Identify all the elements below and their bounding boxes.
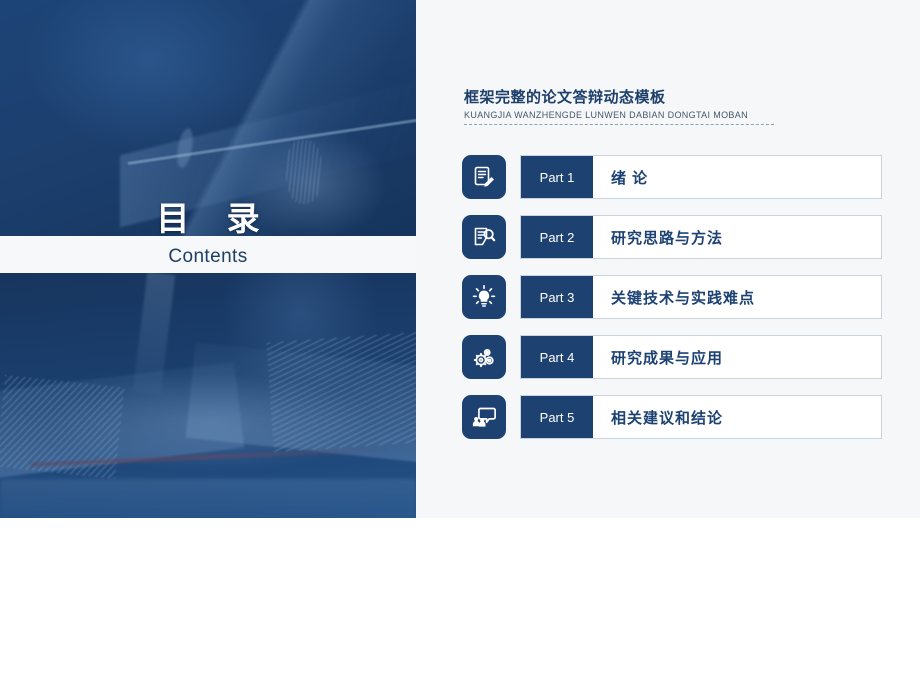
people-speech-icon [462, 395, 506, 439]
toc-label-part-5: 相关建议和结论 [611, 409, 724, 427]
heading-title-en: KUANGJIA WANZHENGDE LUNWEN DABIAN DONGTA… [464, 110, 748, 120]
toc-bar-part-2[interactable]: Part 2 研究思路与方法 [520, 215, 882, 259]
toc-label-part-1: 绪 论 [611, 169, 649, 187]
toc-tag-part-3: Part 3 [521, 276, 593, 318]
toc-part-list: Part 1 绪 论 Part 2 研究思路与方法 Part 3 关键技术与实践… [462, 155, 882, 455]
toc-tag-part-4: Part 4 [521, 336, 593, 378]
heading-dashed-rule [464, 124, 774, 125]
gears-icon [462, 335, 506, 379]
toc-bar-part-4[interactable]: Part 4 研究成果与应用 [520, 335, 882, 379]
toc-row-part-3[interactable]: Part 3 关键技术与实践难点 [462, 275, 882, 319]
toc-row-part-1[interactable]: Part 1 绪 论 [462, 155, 882, 199]
toc-row-part-2[interactable]: Part 2 研究思路与方法 [462, 215, 882, 259]
toc-bar-part-1[interactable]: Part 1 绪 论 [520, 155, 882, 199]
book-right-pages-fan [266, 331, 416, 453]
lightbulb-icon [462, 275, 506, 319]
toc-title-en: Contents [168, 246, 248, 267]
book-table-surface [0, 479, 416, 518]
toc-bar-part-5[interactable]: Part 5 相关建议和结论 [520, 395, 882, 439]
document-pen-icon [462, 155, 506, 199]
toc-label-part-3: 关键技术与实践难点 [611, 289, 756, 307]
toc-row-part-4[interactable]: Part 4 研究成果与应用 [462, 335, 882, 379]
toc-bar-part-3[interactable]: Part 3 关键技术与实践难点 [520, 275, 882, 319]
toc-tag-part-5: Part 5 [521, 396, 593, 438]
document-search-icon [462, 215, 506, 259]
heading-block: 框架完整的论文答辩动态模板 KUANGJIA WANZHENGDE LUNWEN… [464, 86, 794, 125]
toc-tag-part-2: Part 2 [521, 216, 593, 258]
toc-title-cn: 目 录 [156, 200, 274, 237]
right-content-panel: 框架完整的论文答辩动态模板 KUANGJIA WANZHENGDE LUNWEN… [416, 0, 920, 518]
left-visual-panel: 目 录 Contents [0, 0, 416, 518]
toc-row-part-5[interactable]: Part 5 相关建议和结论 [462, 395, 882, 439]
heading-title-cn: 框架完整的论文答辩动态模板 [464, 89, 666, 106]
open-book-photo [0, 273, 416, 518]
toc-label-part-2: 研究思路与方法 [611, 229, 724, 247]
slide-canvas: 目 录 Contents 框架完整的论文答辩动态模板 KUANGJIA WANZ… [0, 0, 920, 518]
toc-tag-part-1: Part 1 [521, 156, 593, 198]
toc-label-part-4: 研究成果与应用 [611, 349, 724, 367]
